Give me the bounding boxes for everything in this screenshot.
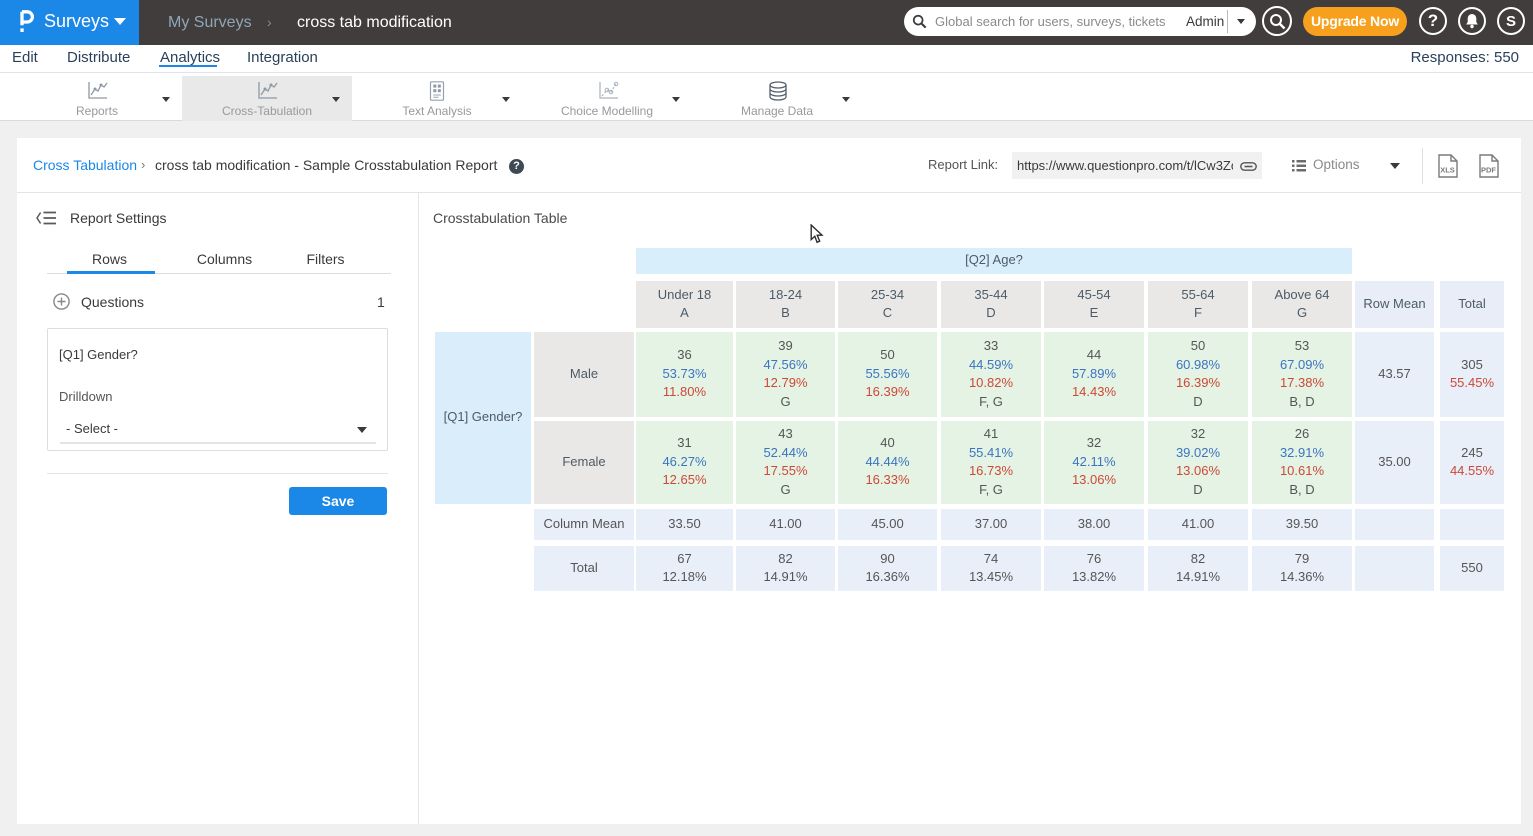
- svg-text:XLS: XLS: [1440, 166, 1455, 175]
- svg-text:?: ?: [1428, 11, 1438, 30]
- svg-text:PDF: PDF: [1481, 166, 1496, 175]
- svg-text:S: S: [1506, 13, 1516, 30]
